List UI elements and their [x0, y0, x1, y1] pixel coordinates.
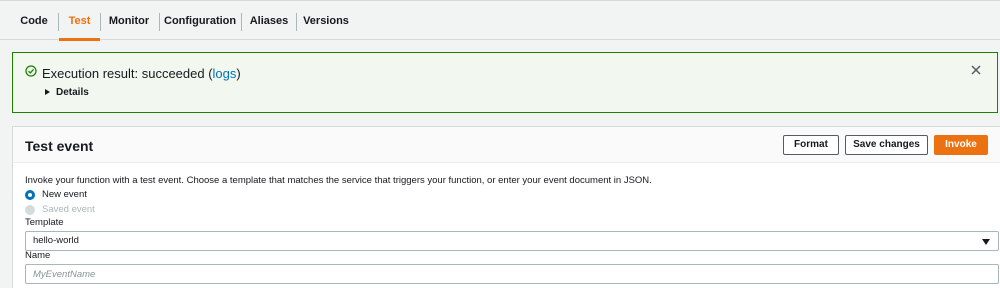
template-label: Template: [25, 217, 64, 228]
event-name-input[interactable]: [25, 264, 999, 284]
tab-monitor[interactable]: Monitor: [104, 1, 154, 40]
function-tabs: Code Test Monitor Configuration Aliases …: [0, 0, 1000, 41]
close-icon[interactable]: [969, 63, 983, 77]
template-selected-value: hello-world: [33, 235, 79, 246]
new-event-label: New event: [42, 189, 87, 200]
saved-event-radio: [25, 204, 35, 215]
details-toggle[interactable]: Details: [45, 87, 89, 98]
test-event-panel: Test event Format Save changes Invoke In…: [12, 126, 1000, 288]
tab-configuration[interactable]: Configuration: [164, 1, 236, 40]
details-label: Details: [56, 87, 89, 98]
execution-result-text: Execution result: succeeded (: [42, 66, 213, 81]
new-event-option[interactable]: New event: [25, 189, 87, 200]
tab-divider: [100, 13, 101, 31]
save-changes-button[interactable]: Save changes: [845, 135, 928, 155]
saved-event-option: Saved event: [25, 204, 95, 215]
tab-versions[interactable]: Versions: [300, 1, 352, 40]
tab-divider: [241, 13, 242, 31]
tab-divider: [159, 13, 160, 31]
tab-divider: [296, 13, 297, 31]
tab-code[interactable]: Code: [14, 1, 54, 40]
caret-right-icon: [45, 89, 50, 95]
format-button[interactable]: Format: [783, 135, 839, 155]
test-event-description: Invoke your function with a test event. …: [25, 175, 652, 186]
invoke-button[interactable]: Invoke: [934, 135, 988, 155]
test-event-title: Test event: [25, 138, 94, 154]
saved-event-label: Saved event: [42, 204, 95, 215]
tab-aliases[interactable]: Aliases: [246, 1, 292, 40]
execution-result-title: Execution result: succeeded (logs): [42, 66, 241, 82]
name-label: Name: [25, 250, 51, 261]
test-event-header: Test event Format Save changes Invoke: [13, 127, 1000, 163]
logs-link[interactable]: logs: [213, 66, 237, 81]
execution-result-suffix: ): [236, 66, 241, 81]
check-circle-icon: [25, 65, 37, 77]
new-event-radio[interactable]: [25, 189, 35, 200]
tab-test[interactable]: Test: [59, 1, 100, 41]
template-select[interactable]: hello-world: [25, 231, 999, 251]
execution-result-alert: Execution result: succeeded (logs) Detai…: [12, 52, 998, 113]
caret-down-icon: [982, 239, 990, 245]
